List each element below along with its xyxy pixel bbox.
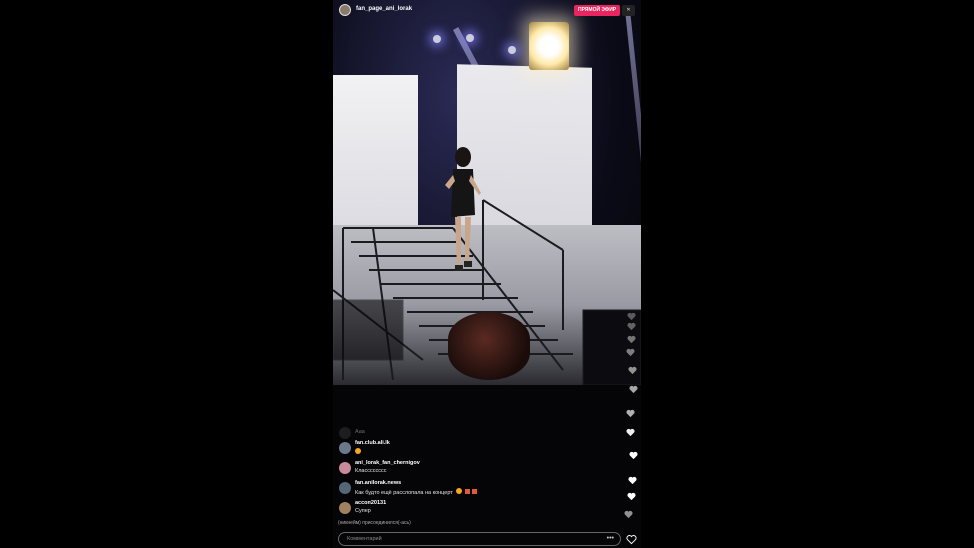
heart-icon (627, 322, 636, 331)
close-button[interactable]: ✕ (622, 5, 635, 16)
comment-item: ani_lorak_fan_chernigov Класссссссс (333, 460, 613, 480)
broadcaster-username[interactable]: fan_page_ani_lorak (356, 6, 412, 12)
heart-icon (626, 409, 635, 418)
comment-item: fan.anilorak.news Как будто ещё расслопа… (333, 480, 613, 500)
comment-item: aссоп20131 Супер (333, 500, 613, 520)
commenter-avatar[interactable] (339, 442, 351, 454)
commenter-username[interactable]: fan.club.ali.lk (355, 440, 390, 446)
emoji-icon (456, 488, 463, 494)
heart-icon (626, 348, 635, 357)
emoji-icon (472, 489, 478, 494)
heart-icon (627, 492, 636, 501)
like-heart-icon[interactable] (626, 534, 637, 545)
comment-input-bar: ••• (338, 532, 621, 546)
heart-icon (624, 510, 633, 519)
comment-text-row: Как будто ещё расслопала на концерт (355, 488, 478, 496)
comment-text: Класссссссс (355, 468, 387, 474)
commenter-avatar[interactable] (339, 462, 351, 474)
join-notice: (никнейм) присоединился(-ась) (338, 520, 411, 526)
video-stream (333, 0, 641, 385)
commenter-avatar[interactable] (339, 427, 351, 439)
comment-text: Как будто ещё расслопала на концерт (355, 490, 453, 496)
commenter-avatar[interactable] (339, 502, 351, 514)
comment-item: fan.club.ali.lk (333, 440, 613, 460)
comment-text: Супер (355, 508, 371, 514)
more-options-button[interactable]: ••• (607, 533, 614, 545)
heart-icon (626, 428, 635, 437)
live-stream-view: fan_page_ani_lorak ПРЯМОЙ ЭФИР ✕ Ааа fan… (333, 0, 641, 548)
live-badge: ПРЯМОЙ ЭФИР (574, 5, 621, 16)
commenter-username[interactable]: ani_lorak_fan_chernigov (355, 460, 420, 466)
commenter-username[interactable]: aссоп20131 (355, 500, 386, 506)
comment-text: Ааа (355, 429, 365, 435)
drum (448, 312, 530, 380)
performer (445, 147, 481, 271)
heart-icon (628, 366, 637, 375)
comment-input[interactable] (347, 534, 587, 544)
commenter-username[interactable]: fan.anilorak.news (355, 480, 401, 486)
heart-icon (627, 335, 636, 344)
emoji-icon (464, 489, 470, 494)
heart-icon (627, 312, 636, 321)
heart-icon (629, 385, 638, 394)
emoji-icon (355, 448, 361, 454)
broadcaster-avatar[interactable] (339, 4, 351, 16)
heart-icon (628, 476, 637, 485)
comment-emoji (355, 448, 361, 456)
heart-icon (629, 451, 638, 460)
commenter-avatar[interactable] (339, 482, 351, 494)
stream-header: fan_page_ani_lorak ПРЯМОЙ ЭФИР ✕ (333, 0, 641, 22)
